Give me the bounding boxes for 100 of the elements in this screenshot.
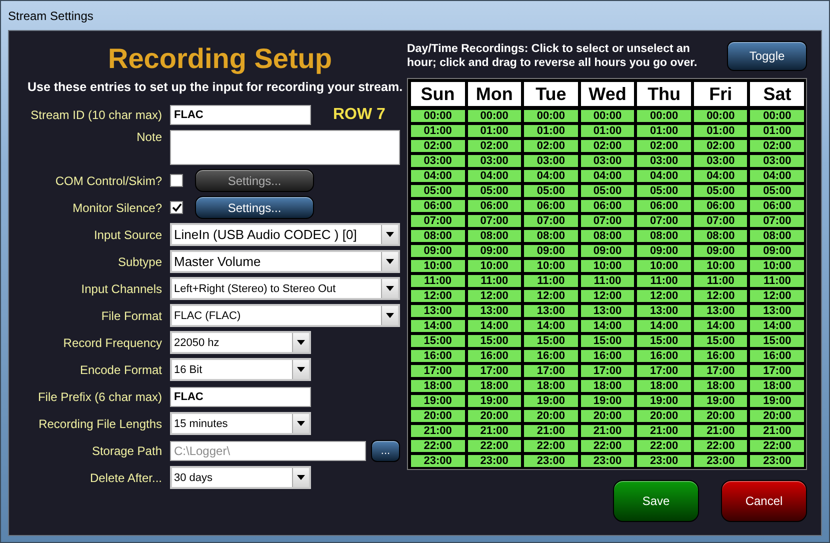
- hour-cell[interactable]: 06:00: [580, 200, 634, 212]
- hour-cell[interactable]: 17:00: [411, 365, 465, 377]
- hour-cell[interactable]: 01:00: [750, 125, 804, 137]
- hour-cell[interactable]: 21:00: [750, 425, 804, 437]
- hour-cell[interactable]: 00:00: [411, 110, 465, 122]
- hour-cell[interactable]: 02:00: [580, 140, 634, 152]
- hour-cell[interactable]: 05:00: [694, 185, 748, 197]
- hour-cell[interactable]: 22:00: [524, 440, 578, 452]
- hour-cell[interactable]: 06:00: [637, 200, 691, 212]
- hour-cell[interactable]: 23:00: [694, 455, 748, 467]
- hour-cell[interactable]: 05:00: [637, 185, 691, 197]
- hour-cell[interactable]: 11:00: [468, 275, 522, 287]
- hour-cell[interactable]: 15:00: [637, 335, 691, 347]
- text-field[interactable]: FLAC: [170, 104, 311, 124]
- hour-cell[interactable]: 12:00: [468, 290, 522, 302]
- hour-cell[interactable]: 21:00: [468, 425, 522, 437]
- hour-cell[interactable]: 03:00: [411, 155, 465, 167]
- hour-cell[interactable]: 17:00: [637, 365, 691, 377]
- hour-cell[interactable]: 22:00: [637, 440, 691, 452]
- hour-cell[interactable]: 22:00: [580, 440, 634, 452]
- hour-cell[interactable]: 01:00: [524, 125, 578, 137]
- hour-cell[interactable]: 16:00: [637, 350, 691, 362]
- hour-cell[interactable]: 19:00: [411, 395, 465, 407]
- hour-cell[interactable]: 12:00: [524, 290, 578, 302]
- hour-cell[interactable]: 21:00: [580, 425, 634, 437]
- hour-cell[interactable]: 10:00: [694, 260, 748, 272]
- hour-cell[interactable]: 22:00: [750, 440, 804, 452]
- hour-cell[interactable]: 18:00: [637, 380, 691, 392]
- checkbox[interactable]: [170, 174, 183, 187]
- hour-cell[interactable]: 13:00: [750, 305, 804, 317]
- hour-cell[interactable]: 20:00: [524, 410, 578, 422]
- hour-cell[interactable]: 09:00: [468, 245, 522, 257]
- hour-cell[interactable]: 13:00: [694, 305, 748, 317]
- dropdown[interactable]: 30 days: [170, 466, 311, 489]
- hour-cell[interactable]: 23:00: [580, 455, 634, 467]
- hour-cell[interactable]: 16:00: [750, 350, 804, 362]
- dropdown[interactable]: 22050 hz: [170, 331, 311, 354]
- hour-cell[interactable]: 16:00: [411, 350, 465, 362]
- hour-cell[interactable]: 08:00: [524, 230, 578, 242]
- hour-cell[interactable]: 19:00: [468, 395, 522, 407]
- hour-cell[interactable]: 07:00: [468, 215, 522, 227]
- hour-cell[interactable]: 23:00: [524, 455, 578, 467]
- checkbox[interactable]: [170, 201, 183, 214]
- hour-cell[interactable]: 04:00: [524, 170, 578, 182]
- hour-cell[interactable]: 04:00: [637, 170, 691, 182]
- hour-cell[interactable]: 06:00: [524, 200, 578, 212]
- hour-cell[interactable]: 14:00: [524, 320, 578, 332]
- hour-cell[interactable]: 06:00: [750, 200, 804, 212]
- hour-cell[interactable]: 11:00: [694, 275, 748, 287]
- hour-cell[interactable]: 12:00: [580, 290, 634, 302]
- hour-cell[interactable]: 08:00: [411, 230, 465, 242]
- hour-cell[interactable]: 21:00: [411, 425, 465, 437]
- hour-cell[interactable]: 02:00: [524, 140, 578, 152]
- hour-cell[interactable]: 17:00: [694, 365, 748, 377]
- hour-cell[interactable]: 02:00: [694, 140, 748, 152]
- hour-cell[interactable]: 15:00: [468, 335, 522, 347]
- hour-cell[interactable]: 16:00: [580, 350, 634, 362]
- hour-cell[interactable]: 01:00: [694, 125, 748, 137]
- dropdown[interactable]: FLAC (FLAC): [170, 304, 400, 327]
- hour-cell[interactable]: 09:00: [580, 245, 634, 257]
- hour-cell[interactable]: 07:00: [750, 215, 804, 227]
- hour-cell[interactable]: 17:00: [750, 365, 804, 377]
- hour-cell[interactable]: 06:00: [411, 200, 465, 212]
- hour-cell[interactable]: 16:00: [468, 350, 522, 362]
- hour-cell[interactable]: 15:00: [580, 335, 634, 347]
- hour-cell[interactable]: 20:00: [411, 410, 465, 422]
- hour-cell[interactable]: 14:00: [637, 320, 691, 332]
- hour-cell[interactable]: 17:00: [468, 365, 522, 377]
- hour-cell[interactable]: 03:00: [637, 155, 691, 167]
- hour-cell[interactable]: 18:00: [524, 380, 578, 392]
- hour-cell[interactable]: 19:00: [637, 395, 691, 407]
- hour-cell[interactable]: 01:00: [637, 125, 691, 137]
- dropdown[interactable]: Left+Right (Stereo) to Stereo Out: [170, 277, 400, 300]
- hour-cell[interactable]: 08:00: [750, 230, 804, 242]
- hour-cell[interactable]: 18:00: [580, 380, 634, 392]
- hour-cell[interactable]: 00:00: [468, 110, 522, 122]
- hour-cell[interactable]: 05:00: [580, 185, 634, 197]
- hour-cell[interactable]: 01:00: [411, 125, 465, 137]
- settings-button[interactable]: Settings...: [195, 196, 314, 219]
- hour-cell[interactable]: 05:00: [468, 185, 522, 197]
- hour-cell[interactable]: 07:00: [694, 215, 748, 227]
- hour-cell[interactable]: 20:00: [468, 410, 522, 422]
- hour-cell[interactable]: 12:00: [637, 290, 691, 302]
- hour-cell[interactable]: 19:00: [580, 395, 634, 407]
- cancel-button[interactable]: Cancel: [721, 480, 807, 522]
- note-field[interactable]: [170, 130, 400, 165]
- hour-cell[interactable]: 08:00: [580, 230, 634, 242]
- hour-cell[interactable]: 20:00: [580, 410, 634, 422]
- hour-cell[interactable]: 11:00: [750, 275, 804, 287]
- hour-cell[interactable]: 12:00: [694, 290, 748, 302]
- hour-cell[interactable]: 10:00: [468, 260, 522, 272]
- hour-cell[interactable]: 23:00: [637, 455, 691, 467]
- hour-cell[interactable]: 03:00: [468, 155, 522, 167]
- hour-cell[interactable]: 04:00: [750, 170, 804, 182]
- hour-cell[interactable]: 07:00: [637, 215, 691, 227]
- hour-cell[interactable]: 08:00: [637, 230, 691, 242]
- hour-cell[interactable]: 23:00: [750, 455, 804, 467]
- hour-cell[interactable]: 02:00: [468, 140, 522, 152]
- hour-cell[interactable]: 10:00: [580, 260, 634, 272]
- hour-cell[interactable]: 00:00: [694, 110, 748, 122]
